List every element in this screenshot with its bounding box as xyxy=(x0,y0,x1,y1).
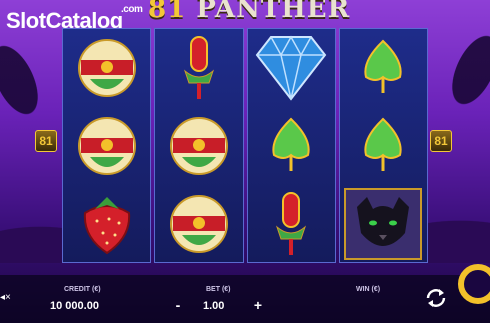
diamond-icon xyxy=(255,35,327,101)
symbol-strawberry xyxy=(63,185,150,263)
game-title: 81 PANTHER xyxy=(148,0,350,24)
symbol-flower-bud xyxy=(63,107,150,185)
symbol-green-leaf xyxy=(340,107,427,185)
popsicle-icon xyxy=(276,192,307,255)
symbol-flower-bud xyxy=(155,185,242,263)
panther-icon xyxy=(344,188,423,260)
autoplay-icon[interactable] xyxy=(423,285,449,311)
flower-bud-icon xyxy=(77,117,136,175)
leaf-icon xyxy=(364,39,402,93)
popsicle-icon xyxy=(183,36,214,99)
spin-button[interactable] xyxy=(458,264,490,304)
flower-bud-icon xyxy=(169,117,228,175)
symbol-diamond xyxy=(248,29,335,107)
watermark-com: .com xyxy=(121,4,143,15)
win-label: WIN (€) xyxy=(356,286,381,293)
credit-value: 10 000.00 xyxy=(50,300,99,312)
reel-2 xyxy=(154,28,244,263)
symbol-flower-bud xyxy=(155,107,242,185)
symbol-panther xyxy=(340,185,427,263)
bet-decrease-button[interactable]: - xyxy=(172,297,184,313)
reel-grid xyxy=(62,28,428,263)
symbol-popsicle xyxy=(155,29,242,107)
game-title-number: 81 xyxy=(148,0,187,24)
sound-icon[interactable]: ◂× xyxy=(0,292,11,303)
reel-4 xyxy=(338,28,428,263)
symbol-popsicle xyxy=(248,185,335,263)
ways-badge-left: 81 xyxy=(35,130,57,152)
reel-3 xyxy=(246,28,336,263)
symbol-green-leaf xyxy=(340,29,427,107)
bottom-bar xyxy=(0,275,490,323)
symbol-flower-bud xyxy=(63,29,150,107)
bet-value: 1.00 xyxy=(203,300,225,312)
leaf-icon xyxy=(272,117,310,171)
flower-bud-icon xyxy=(169,195,228,253)
bet-increase-button[interactable]: + xyxy=(252,297,264,313)
strawberry-icon xyxy=(83,197,130,255)
flower-bud-icon xyxy=(77,39,136,97)
game-title-word: PANTHER xyxy=(196,0,351,24)
credit-label: CREDIT (€) xyxy=(64,286,101,293)
watermark-slot: Slot xyxy=(6,8,46,33)
leaf-icon xyxy=(364,117,402,171)
symbol-green-leaf xyxy=(248,107,335,185)
reel-1 xyxy=(62,28,152,263)
ways-badge-right: 81 xyxy=(430,130,452,152)
jungle-leaves-right xyxy=(417,0,490,140)
bet-label: BET (€) xyxy=(206,286,231,293)
